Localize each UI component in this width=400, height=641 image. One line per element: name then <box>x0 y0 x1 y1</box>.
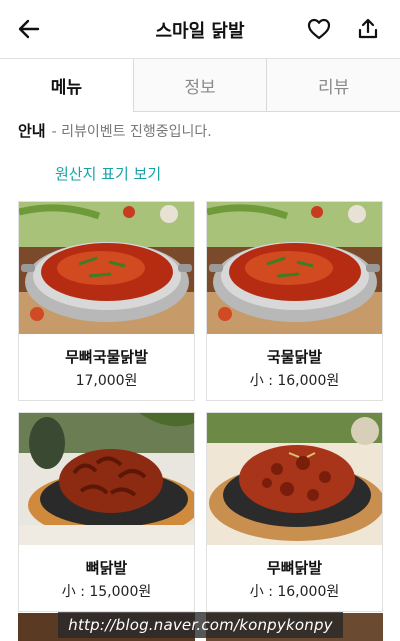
menu-item-name: 국물닭발 <box>266 348 323 366</box>
tab-reviews[interactable]: 리뷰 <box>266 58 400 112</box>
tab-info[interactable]: 정보 <box>132 58 267 112</box>
menu-item-photo <box>207 413 382 545</box>
heart-icon <box>307 18 331 40</box>
tab-bar: 메뉴 정보 리뷰 <box>0 58 400 112</box>
tab-menu[interactable]: 메뉴 <box>0 58 133 112</box>
notice-text: - 리뷰이벤트 진행중입니다. <box>51 124 212 140</box>
menu-card-boneless-soup-chicken-feet[interactable]: 무뼈국물닭발 17,000원 <box>18 201 195 401</box>
page-title: 스마일 닭발 <box>155 21 245 42</box>
menu-item-price: 17,000원 <box>75 373 138 389</box>
app-header: 스마일 닭발 <box>0 0 400 58</box>
notice-label: 안내 <box>18 122 46 140</box>
menu-card-bone-chicken-feet[interactable]: 뼈닭발 小 : 15,000원 <box>18 412 195 612</box>
notice: 안내 - 리뷰이벤트 진행중입니다. <box>18 120 212 141</box>
menu-card-boneless-chicken-feet[interactable]: 무뼈닭발 小 : 16,000원 <box>206 412 383 612</box>
share-icon <box>358 18 378 39</box>
origin-info-link[interactable]: 원산지 표기 보기 <box>55 163 161 184</box>
menu-item-name: 무뼈국물닭발 <box>65 348 148 366</box>
menu-item-photo <box>207 202 382 334</box>
menu-item-price: 小 : 16,000원 <box>249 584 340 600</box>
menu-item-name: 뼈닭발 <box>85 559 128 577</box>
share-button[interactable] <box>351 12 385 46</box>
menu-item-photo <box>19 202 194 334</box>
menu-item-price: 小 : 16,000원 <box>249 373 340 389</box>
menu-card-soup-chicken-feet[interactable]: 국물닭발 小 : 16,000원 <box>206 201 383 401</box>
menu-item-photo <box>19 413 194 545</box>
blog-watermark: http://blog.naver.com/konpykonpy <box>58 612 343 638</box>
menu-item-price: 小 : 15,000원 <box>61 584 152 600</box>
menu-item-name: 무뼈닭발 <box>266 559 323 577</box>
favorite-button[interactable] <box>302 12 336 46</box>
